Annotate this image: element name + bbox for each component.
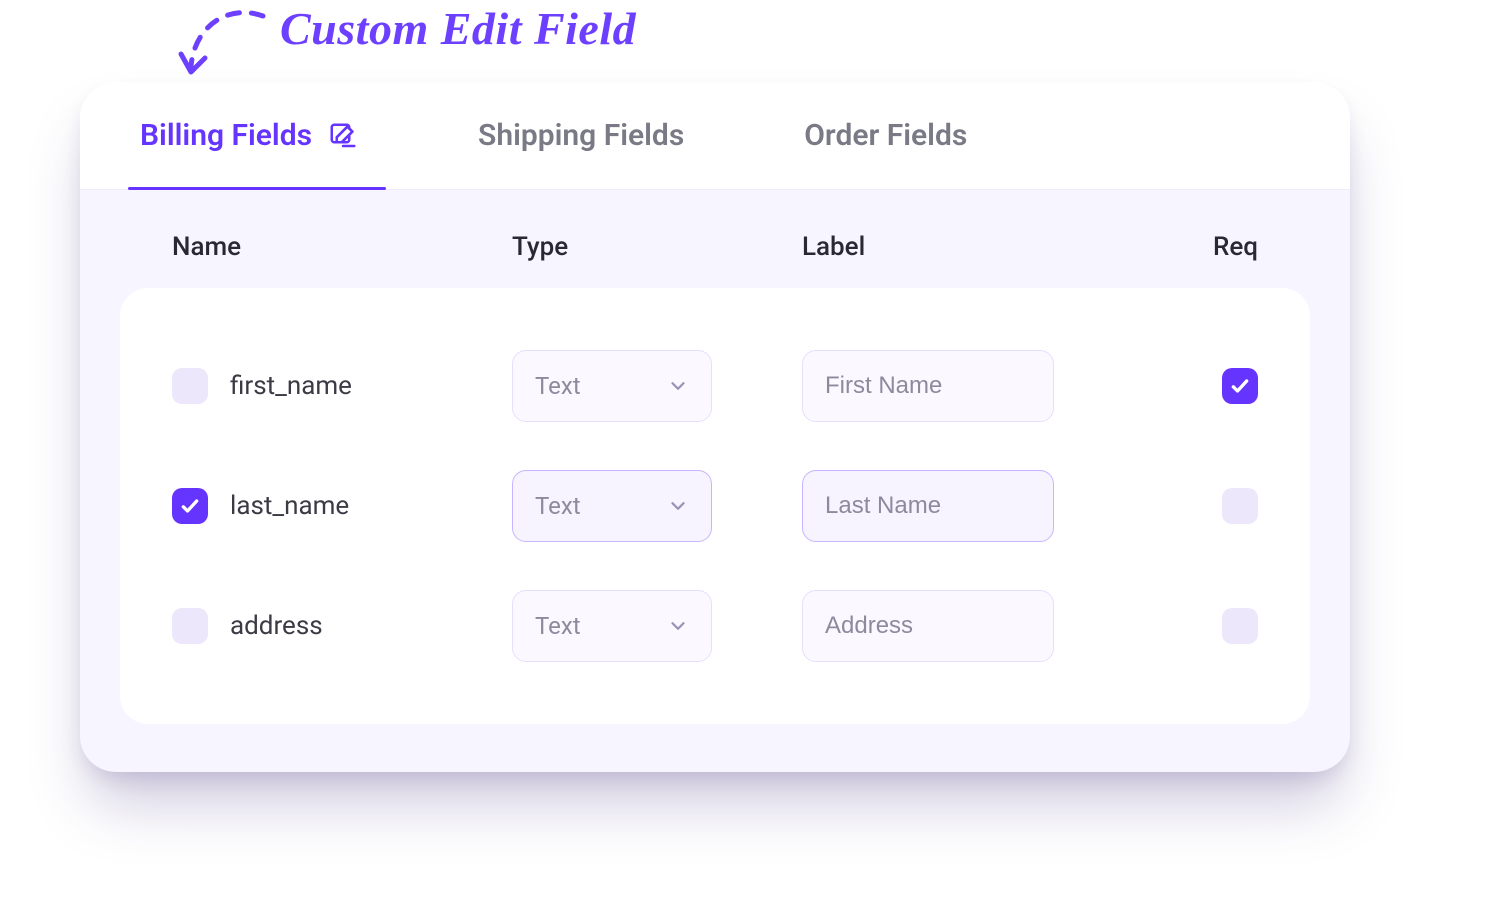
- col-label: Label: [802, 232, 1172, 262]
- required-checkbox[interactable]: [1222, 368, 1258, 404]
- label-input[interactable]: [802, 590, 1054, 662]
- column-headers: Name Type Label Req: [80, 190, 1350, 288]
- tab-label: Order Fields: [804, 118, 967, 153]
- type-select-value: Text: [535, 372, 581, 400]
- required-checkbox[interactable]: [1222, 488, 1258, 524]
- col-req: Req: [1172, 232, 1258, 262]
- type-select[interactable]: Text: [512, 590, 712, 662]
- annotation-arrow-icon: [175, 6, 275, 86]
- row-select-checkbox[interactable]: [172, 608, 208, 644]
- rows-container: first_name Text: [120, 288, 1310, 724]
- tab-label: Shipping Fields: [478, 118, 684, 153]
- type-select[interactable]: Text: [512, 350, 712, 422]
- tab-label: Billing Fields: [140, 118, 312, 153]
- tab-shipping-fields[interactable]: Shipping Fields: [478, 82, 684, 189]
- chevron-down-icon: [667, 375, 689, 397]
- chevron-down-icon: [667, 495, 689, 517]
- label-input[interactable]: [802, 350, 1054, 422]
- label-input[interactable]: [802, 470, 1054, 542]
- type-select[interactable]: Text: [512, 470, 712, 542]
- field-name: last_name: [230, 491, 349, 521]
- row-select-checkbox[interactable]: [172, 488, 208, 524]
- col-name: Name: [172, 232, 512, 262]
- tabs-bar: Billing Fields Shipping Fields Order Fie…: [80, 82, 1350, 190]
- tab-order-fields[interactable]: Order Fields: [804, 82, 967, 189]
- table-row: first_name Text: [172, 326, 1258, 446]
- required-checkbox[interactable]: [1222, 608, 1258, 644]
- table-row: last_name Text: [172, 446, 1258, 566]
- row-select-checkbox[interactable]: [172, 368, 208, 404]
- fields-panel: Billing Fields Shipping Fields Order Fie…: [80, 82, 1350, 772]
- col-type: Type: [512, 232, 802, 262]
- chevron-down-icon: [667, 615, 689, 637]
- table-row: address Text: [172, 566, 1258, 686]
- tab-billing-fields[interactable]: Billing Fields: [140, 82, 358, 189]
- edit-icon: [328, 121, 358, 151]
- field-name: address: [230, 611, 323, 641]
- type-select-value: Text: [535, 492, 581, 520]
- type-select-value: Text: [535, 612, 581, 640]
- handwritten-annotation: Custom Edit Field: [280, 2, 636, 55]
- field-name: first_name: [230, 371, 352, 401]
